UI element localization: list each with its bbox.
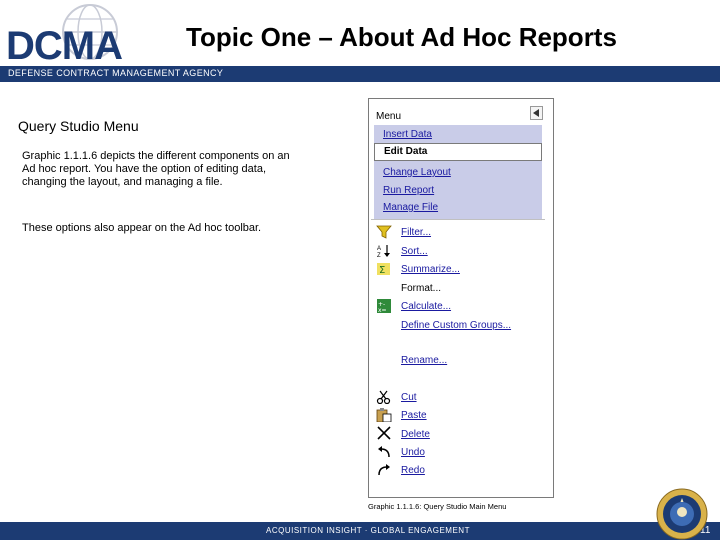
menu-title: Menu: [376, 111, 402, 122]
menu-item-label: Edit Data: [384, 146, 428, 157]
svg-text:A: A: [377, 246, 381, 252]
filter-funnel-icon: [376, 225, 392, 239]
submenu-paste[interactable]: Paste: [401, 410, 427, 421]
description-text: Graphic 1.1.1.6 depicts the different co…: [22, 150, 290, 188]
main-menu-group: Insert Data Edit Data Change Layout Run …: [374, 125, 542, 219]
footer-bar: ACQUISITION INSIGHT · GLOBAL ENGAGEMENT …: [0, 522, 720, 540]
submenu-delete[interactable]: Delete: [401, 429, 430, 440]
undo-arrow-icon: [378, 446, 390, 458]
calculator-icon: +- x=: [377, 299, 391, 313]
section-heading: Query Studio Menu: [18, 118, 139, 134]
svg-text:x=: x=: [378, 307, 387, 313]
redo-arrow-icon: [378, 464, 390, 476]
sort-az-icon: A Z: [377, 245, 390, 258]
delete-x-icon: [377, 426, 391, 440]
submenu-redo[interactable]: Redo: [401, 465, 425, 476]
submenu-filter[interactable]: Filter...: [401, 227, 431, 238]
menu-item-edit-data[interactable]: Edit Data: [374, 143, 542, 161]
toolbar-note: These options also appear on the Ad hoc …: [22, 222, 262, 234]
menu-item-insert-data[interactable]: Insert Data: [383, 129, 432, 140]
page-title: Topic One – About Ad Hoc Reports: [186, 22, 617, 52]
submenu-define-custom-groups[interactable]: Define Custom Groups...: [401, 320, 511, 331]
agency-banner: DEFENSE CONTRACT MANAGEMENT AGENCY: [0, 66, 720, 82]
edit-data-submenu: Filter... A Z Sort... Σ Summarize... For…: [371, 219, 545, 492]
submenu-sort[interactable]: Sort...: [401, 246, 428, 257]
menu-header: Menu: [369, 99, 553, 122]
query-studio-menu: Menu Insert Data Edit Data Change Layout…: [368, 98, 554, 498]
submenu-rename[interactable]: Rename...: [401, 355, 447, 366]
agency-name: DEFENSE CONTRACT MANAGEMENT AGENCY: [8, 68, 224, 78]
clipboard-icon: [376, 408, 392, 422]
logo-text: DCMA: [6, 24, 123, 68]
svg-text:Z: Z: [377, 253, 381, 258]
svg-text:Σ: Σ: [379, 265, 385, 276]
summarize-sigma-icon: Σ: [377, 263, 390, 276]
submenu-format[interactable]: Format...: [401, 283, 441, 294]
figure-caption: Graphic 1.1.1.6: Query Studio Main Menu: [368, 502, 507, 511]
dod-seal-icon: [656, 488, 708, 540]
triangle-left-icon: [533, 109, 539, 117]
collapse-menu-button[interactable]: [530, 106, 543, 120]
footer-tagline: ACQUISITION INSIGHT · GLOBAL ENGAGEMENT: [266, 526, 470, 535]
dcma-logo: DCMA: [0, 0, 170, 68]
scissors-icon: [376, 390, 391, 404]
submenu-summarize[interactable]: Summarize...: [401, 264, 460, 275]
menu-item-run-report[interactable]: Run Report: [383, 185, 434, 196]
submenu-calculate[interactable]: Calculate...: [401, 301, 451, 312]
menu-item-manage-file[interactable]: Manage File: [383, 202, 438, 213]
submenu-undo[interactable]: Undo: [401, 447, 425, 458]
submenu-cut[interactable]: Cut: [401, 392, 417, 403]
menu-item-change-layout[interactable]: Change Layout: [383, 167, 451, 178]
